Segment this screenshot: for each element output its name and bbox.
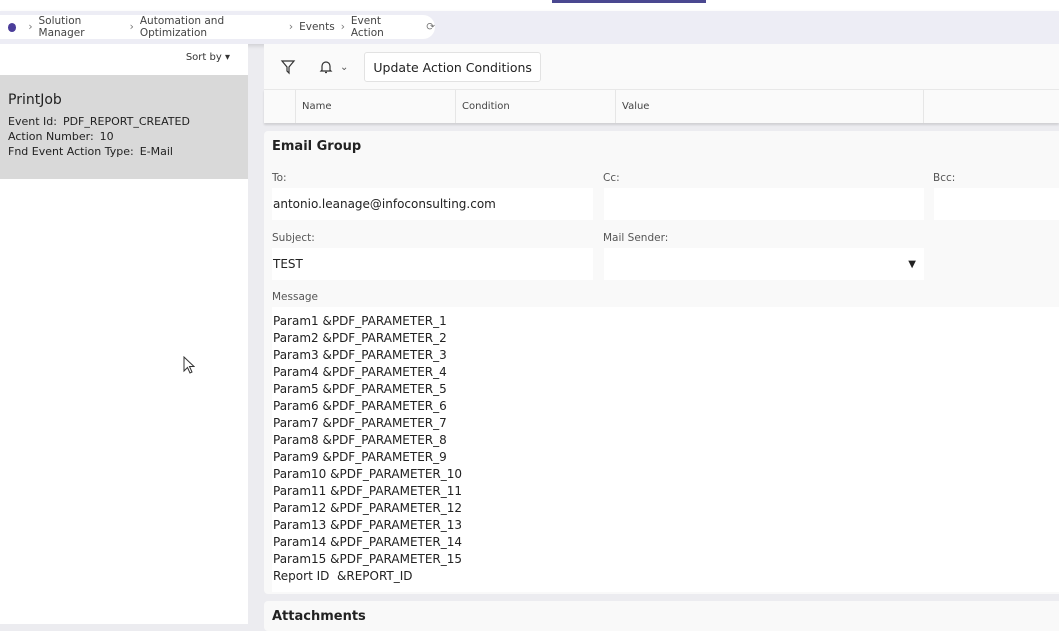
attachments-title: Attachments bbox=[272, 609, 366, 624]
attachments-group: Attachments bbox=[264, 601, 1059, 631]
chevron-down-icon[interactable]: ⌄ bbox=[340, 62, 348, 73]
record-title: PrintJob bbox=[8, 92, 62, 108]
mail-sender-label: Mail Sender: bbox=[603, 232, 669, 244]
chevron-right-icon: › bbox=[28, 21, 33, 33]
conditions-table-header: Name Condition Value bbox=[264, 89, 1059, 123]
caret-down-icon: ▼ bbox=[908, 258, 916, 270]
sort-by-button[interactable]: Sort by ▾ bbox=[177, 49, 238, 66]
message-label: Message bbox=[272, 291, 319, 303]
record-field: Event Id: PDF_REPORT_CREATED bbox=[8, 115, 190, 128]
to-label: To: bbox=[272, 172, 287, 184]
record-list-panel: Sort by ▾ PrintJob Event Id: PDF_REPORT_C… bbox=[0, 44, 248, 624]
breadcrumb-solution-manager[interactable]: Solution Manager bbox=[39, 15, 124, 39]
breadcrumb: › Solution Manager › Automation and Opti… bbox=[0, 15, 435, 39]
select-column[interactable] bbox=[264, 90, 296, 123]
record-field: Fnd Event Action Type: E-Mail bbox=[8, 145, 173, 158]
email-group-title: Email Group bbox=[272, 139, 362, 154]
to-field[interactable]: antonio.leanage@infoconsulting.com bbox=[272, 188, 593, 220]
bcc-field[interactable] bbox=[934, 188, 1059, 220]
record-field: Action Number: 10 bbox=[8, 130, 114, 143]
record-card[interactable]: PrintJob Event Id: PDF_REPORT_CREATED Act… bbox=[0, 75, 248, 179]
refresh-icon[interactable]: ⟳ bbox=[426, 21, 435, 33]
logo bbox=[552, 0, 706, 3]
top-band bbox=[0, 0, 1059, 11]
chevron-right-icon: › bbox=[288, 21, 294, 33]
breadcrumb-automation[interactable]: Automation and Optimization bbox=[140, 15, 283, 39]
update-action-conditions-button[interactable]: Update Action Conditions bbox=[364, 52, 541, 82]
toolbar: ⌄ Update Action Conditions bbox=[264, 44, 1059, 90]
email-group: Email Group To: antonio.leanage@infocons… bbox=[264, 131, 1059, 594]
message-textarea[interactable]: Param1 &PDF_PARAMETER_1 Param2 &PDF_PARA… bbox=[272, 307, 1059, 592]
cc-label: Cc: bbox=[603, 172, 620, 184]
mail-sender-select[interactable]: ▼ bbox=[604, 248, 924, 280]
caret-down-icon: ▾ bbox=[224, 52, 230, 63]
filter-icon[interactable] bbox=[280, 59, 296, 75]
column-name[interactable]: Name bbox=[296, 90, 456, 123]
subject-field[interactable]: TEST bbox=[272, 248, 593, 280]
breadcrumb-bar: › Solution Manager › Automation and Opti… bbox=[0, 11, 1059, 44]
column-condition[interactable]: Condition bbox=[456, 90, 616, 123]
chevron-right-icon: › bbox=[340, 21, 345, 33]
breadcrumb-events[interactable]: Events bbox=[299, 21, 335, 33]
mouse-cursor-icon bbox=[183, 356, 195, 374]
column-value[interactable]: Value bbox=[616, 90, 924, 123]
chevron-right-icon: › bbox=[129, 21, 134, 33]
cc-field[interactable] bbox=[604, 188, 924, 220]
home-icon[interactable] bbox=[8, 22, 17, 32]
bcc-label: Bcc: bbox=[933, 172, 956, 184]
subject-label: Subject: bbox=[272, 232, 315, 244]
bell-icon[interactable] bbox=[318, 59, 334, 75]
breadcrumb-event-action: Event Action bbox=[350, 15, 384, 39]
sort-by-label: Sort by bbox=[185, 52, 222, 63]
